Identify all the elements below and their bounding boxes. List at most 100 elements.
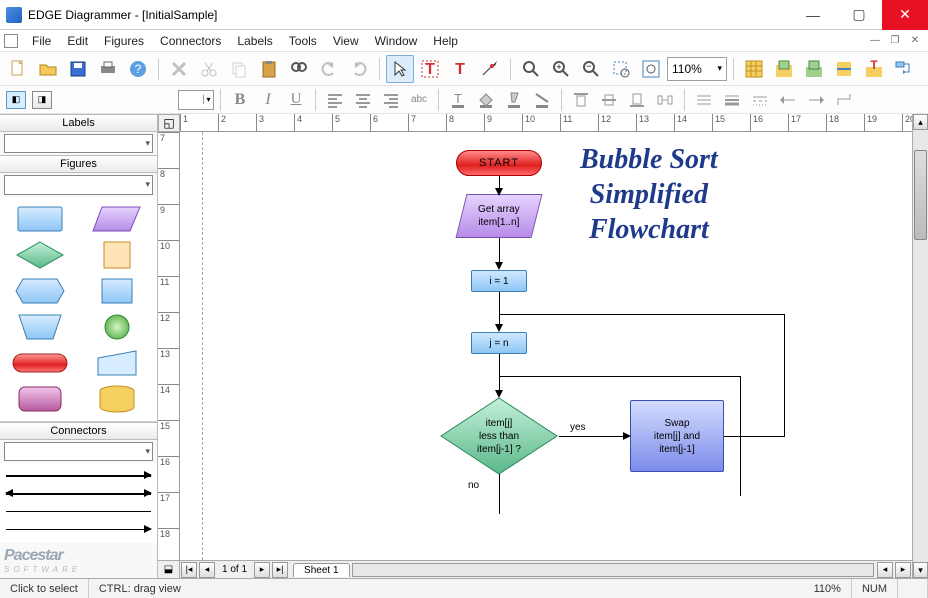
menu-edit[interactable]: Edit — [59, 32, 96, 50]
copy-button[interactable] — [225, 55, 253, 83]
connectors-header[interactable]: Connectors — [0, 422, 157, 440]
abc-button[interactable]: abc — [406, 88, 432, 112]
node-init-j[interactable]: j = n — [471, 332, 527, 354]
shape-circle[interactable] — [83, 311, 152, 343]
connector-thin-arrow[interactable] — [6, 521, 151, 539]
snap-grid-button[interactable] — [770, 55, 798, 83]
mdi-restore-button[interactable]: ❐ — [886, 33, 904, 49]
menu-figures[interactable]: Figures — [96, 32, 152, 50]
align-right-button[interactable] — [378, 88, 404, 112]
sheet-tab[interactable]: Sheet 1 — [293, 563, 349, 577]
zoom-area-button[interactable] — [607, 55, 635, 83]
select-tool[interactable] — [386, 55, 414, 83]
mdi-close-button[interactable]: ✕ — [906, 33, 924, 49]
dash-style-button[interactable] — [747, 88, 773, 112]
labels-header[interactable]: Labels — [0, 114, 157, 132]
routing-button[interactable] — [831, 88, 857, 112]
menu-tools[interactable]: Tools — [281, 32, 325, 50]
hscroll-left[interactable]: ◂ — [877, 562, 893, 578]
open-button[interactable] — [34, 55, 62, 83]
mdi-system-icon[interactable] — [4, 34, 18, 48]
label-yes[interactable]: yes — [570, 422, 586, 433]
save-button[interactable] — [64, 55, 92, 83]
shape-parallelogram[interactable] — [83, 203, 152, 235]
distribute-h-button[interactable] — [652, 88, 678, 112]
italic-button[interactable]: I — [255, 88, 281, 112]
shape-square[interactable] — [83, 239, 152, 271]
menu-file[interactable]: File — [24, 32, 59, 50]
ruler-corner[interactable]: ◱ — [158, 114, 180, 132]
arrow-end-button[interactable] — [803, 88, 829, 112]
hscrollbar[interactable] — [352, 563, 874, 577]
minimize-button[interactable]: — — [790, 0, 836, 30]
paste-button[interactable] — [255, 55, 283, 83]
valign-mid-button[interactable] — [596, 88, 622, 112]
align-left-button[interactable] — [322, 88, 348, 112]
close-button[interactable]: ✕ — [882, 0, 928, 30]
connector-line[interactable] — [6, 503, 151, 521]
redo-button[interactable] — [345, 55, 373, 83]
shape-rect[interactable] — [6, 203, 75, 235]
vscroll-thumb[interactable] — [914, 150, 927, 240]
connector-tool[interactable] — [476, 55, 504, 83]
menu-connectors[interactable]: Connectors — [152, 32, 229, 50]
fill-color-swatch[interactable]: ▾ — [178, 90, 214, 110]
new-button[interactable] — [4, 55, 32, 83]
prev-page-button[interactable]: ◂ — [199, 562, 215, 578]
underline-button[interactable]: U — [283, 88, 309, 112]
snap-guide-button[interactable] — [830, 55, 858, 83]
shape-trapezoid[interactable] — [6, 311, 75, 343]
mdi-minimize-button[interactable]: — — [866, 33, 884, 49]
align-right-mini[interactable]: ◨ — [32, 91, 52, 109]
node-start[interactable]: START — [456, 150, 542, 176]
menu-window[interactable]: Window — [367, 32, 426, 50]
bold-button[interactable]: B — [227, 88, 253, 112]
canvas[interactable]: Bubble SortSimplifiedFlowchart START Get… — [180, 132, 912, 560]
shape-rect2[interactable] — [83, 275, 152, 307]
menu-labels[interactable]: Labels — [229, 32, 280, 50]
node-decision[interactable]: item[j]less thanitem[j-1] ? — [439, 396, 559, 476]
ruler-vertical[interactable]: 789101112131415161718 — [158, 132, 180, 560]
line-weight-button[interactable] — [719, 88, 745, 112]
maximize-button[interactable]: ▢ — [836, 0, 882, 30]
next-page-button[interactable]: ▸ — [254, 562, 270, 578]
text-tool-2[interactable]: T — [446, 55, 474, 83]
figures-header[interactable]: Figures — [0, 155, 157, 173]
last-page-button[interactable]: ▸| — [272, 562, 288, 578]
vscroll-up[interactable]: ▴ — [913, 114, 928, 130]
delete-button[interactable] — [165, 55, 193, 83]
highlight-button[interactable] — [501, 88, 527, 112]
diagram-title[interactable]: Bubble SortSimplifiedFlowchart — [580, 142, 718, 247]
shape-manual[interactable] — [83, 347, 152, 379]
align-center-button[interactable] — [350, 88, 376, 112]
shape-roundrect[interactable] — [6, 383, 75, 415]
snap-text-button[interactable]: T — [860, 55, 888, 83]
zoom-fit-button[interactable] — [637, 55, 665, 83]
node-init-i[interactable]: i = 1 — [471, 270, 527, 292]
menu-view[interactable]: View — [325, 32, 367, 50]
shape-terminator[interactable] — [6, 347, 75, 379]
menu-help[interactable]: Help — [425, 32, 466, 50]
node-input[interactable]: Get arrayitem[1..n] — [456, 194, 543, 238]
arrow-start-button[interactable] — [775, 88, 801, 112]
valign-top-button[interactable] — [568, 88, 594, 112]
line-style-button[interactable] — [691, 88, 717, 112]
align-left-mini[interactable]: ◧ — [6, 91, 26, 109]
figures-combo[interactable] — [4, 175, 153, 194]
font-color-button[interactable]: T — [445, 88, 471, 112]
undo-button[interactable] — [315, 55, 343, 83]
fill-button[interactable] — [473, 88, 499, 112]
valign-bot-button[interactable] — [624, 88, 650, 112]
print-button[interactable] — [94, 55, 122, 83]
connectors-combo[interactable] — [4, 442, 153, 461]
hscroll-right[interactable]: ▸ — [895, 562, 911, 578]
help-button[interactable]: ? — [124, 55, 152, 83]
vscroll-down[interactable]: ▾ — [913, 562, 928, 578]
flow-tool[interactable] — [890, 55, 918, 83]
shape-diamond[interactable] — [6, 239, 75, 271]
connector-arrow[interactable] — [6, 467, 151, 485]
snap-shape-button[interactable] — [800, 55, 828, 83]
text-tool[interactable]: T — [416, 55, 444, 83]
first-page-button[interactable]: |◂ — [181, 562, 197, 578]
label-no[interactable]: no — [468, 480, 479, 491]
